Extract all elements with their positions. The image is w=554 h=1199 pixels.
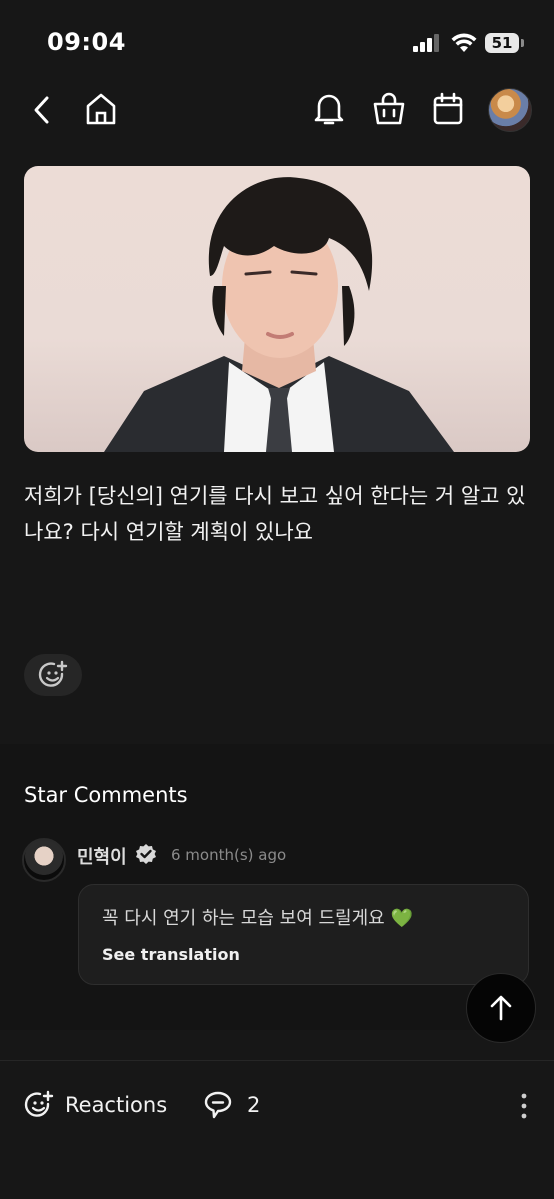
comment-timestamp: 6 month(s) ago	[171, 846, 287, 864]
smiley-plus-icon	[38, 660, 68, 687]
scroll-to-top-button[interactable]	[466, 973, 536, 1043]
status-time: 09:04	[47, 28, 126, 56]
comment-body: 꼭 다시 연기 하는 모습 보여 드릴게요	[102, 908, 385, 929]
post-text: 저희가 [당신의] 연기를 다시 보고 싶어 한다는 거 알고 있나요? 다시 …	[24, 484, 526, 544]
comments-count[interactable]: 2	[247, 1093, 260, 1117]
cellular-signal-icon	[413, 34, 439, 52]
shopping-bag-icon	[373, 92, 405, 125]
profile-avatar[interactable]	[488, 88, 532, 132]
calendar-button[interactable]	[427, 88, 469, 130]
chevron-left-icon	[34, 96, 49, 124]
arrow-up-icon	[490, 995, 512, 1021]
battery-level: 51	[485, 33, 519, 53]
verified-badge-icon	[136, 844, 156, 864]
see-translation-link[interactable]: See translation	[102, 945, 240, 964]
calendar-icon	[433, 92, 463, 125]
comment-bubble	[78, 884, 529, 985]
commenter-avatar[interactable]	[22, 838, 66, 882]
commenter-name[interactable]: 민혁이	[77, 843, 127, 869]
shop-button[interactable]	[368, 88, 410, 130]
wifi-icon	[451, 33, 477, 52]
comment-bubble-icon[interactable]	[202, 1090, 234, 1120]
bell-icon	[314, 94, 344, 125]
more-options-icon[interactable]	[515, 1092, 533, 1120]
notifications-button[interactable]	[308, 88, 350, 130]
reactions-icon[interactable]	[24, 1090, 54, 1120]
battery-indicator: 51	[485, 33, 525, 53]
post-image[interactable]	[24, 166, 530, 452]
comment-text: 꼭 다시 연기 하는 모습 보여 드릴게요 💚	[102, 904, 413, 930]
home-button[interactable]	[80, 88, 122, 130]
section-title: Star Comments	[24, 783, 188, 807]
back-button[interactable]	[24, 90, 60, 130]
bottom-action-bar	[0, 1061, 554, 1199]
add-reaction-button[interactable]	[24, 654, 82, 696]
reactions-button[interactable]: Reactions	[65, 1093, 167, 1117]
home-icon	[86, 93, 116, 125]
green-heart-icon: 💚	[390, 908, 414, 929]
